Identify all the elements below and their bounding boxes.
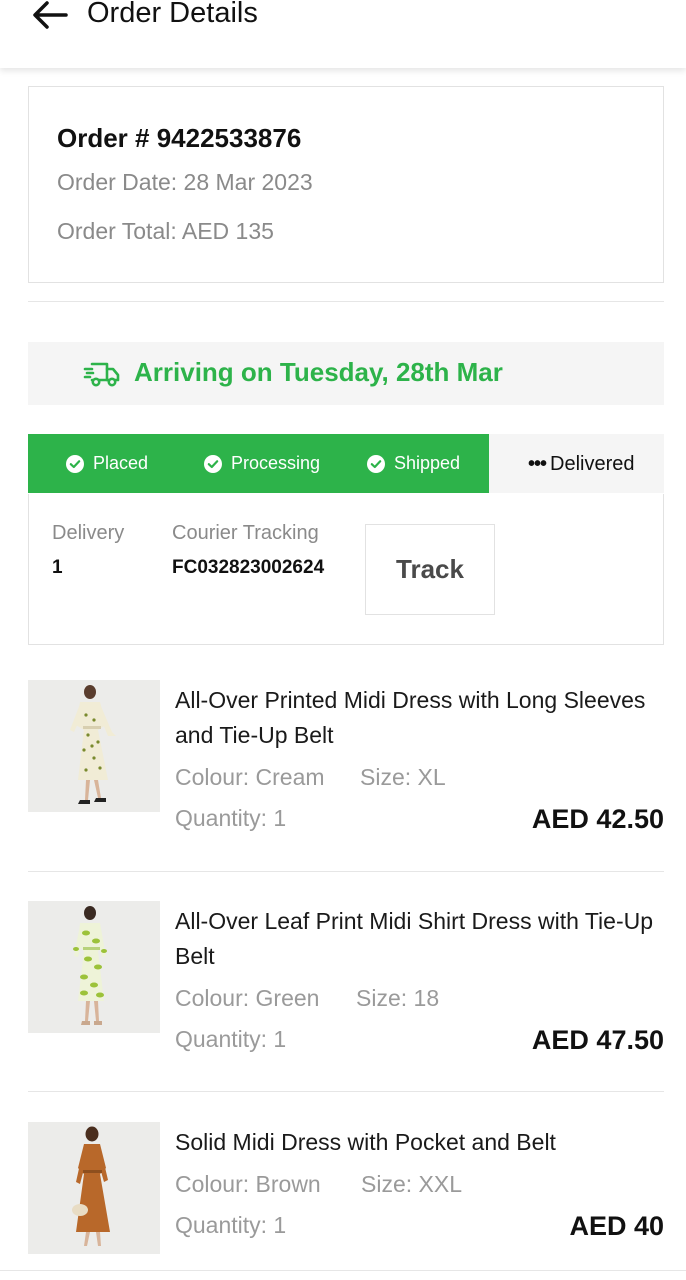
product-image-brown-dress[interactable]	[28, 1122, 160, 1254]
product-quantity: Quantity: 1	[175, 1026, 287, 1052]
check-circle-icon	[367, 454, 385, 473]
product-title[interactable]: All-Over Printed Midi Dress with Long Sl…	[175, 683, 655, 753]
divider	[0, 1270, 686, 1271]
app-bar: Order Details	[0, 0, 686, 68]
order-total: Order Total: AED 135	[57, 218, 274, 244]
progress-step-delivered: ••• Delivered	[528, 453, 635, 476]
step-label: Placed	[93, 453, 149, 473]
order-item[interactable]: Solid Midi Dress with Pocket and Belt Co…	[28, 1122, 664, 1280]
pending-dots-icon: •••	[528, 453, 547, 475]
page-title: Order Details	[87, 0, 258, 29]
order-summary-card: Order # 9422533876 Order Date: 28 Mar 20…	[28, 86, 664, 283]
order-item[interactable]: All-Over Printed Midi Dress with Long Sl…	[28, 680, 664, 840]
order-progress-bar: Placed Processing Shipped ••• Delivered	[28, 434, 664, 493]
product-title[interactable]: All-Over Leaf Print Midi Shirt Dress wit…	[175, 904, 655, 974]
product-title[interactable]: Solid Midi Dress with Pocket and Belt	[175, 1125, 655, 1160]
arrival-banner: Arriving on Tuesday, 28th Mar	[28, 342, 664, 405]
progress-step-placed: Placed	[66, 453, 148, 474]
arrow-left-icon[interactable]	[30, 0, 70, 30]
product-quantity: Quantity: 1	[175, 1212, 287, 1238]
check-circle-icon	[66, 454, 84, 473]
product-image-cream-dress[interactable]	[28, 680, 160, 812]
courier-tracking-number: FC032823002624	[172, 557, 325, 578]
progress-step-shipped: Shipped	[367, 453, 460, 474]
tracking-card: Delivery 1 Courier Tracking FC0328230026…	[28, 494, 664, 645]
order-date: Order Date: 28 Mar 2023	[57, 169, 313, 195]
product-colour: Colour: Green	[175, 985, 320, 1011]
courier-tracking-label: Courier Tracking	[172, 522, 319, 544]
arrival-text: Arriving on Tuesday, 28th Mar	[134, 357, 503, 387]
product-price: AED 40	[569, 1211, 664, 1241]
step-label: Processing	[231, 453, 321, 473]
delivery-truck-icon	[83, 362, 120, 387]
order-number: Order # 9422533876	[57, 123, 302, 153]
step-label: Delivered	[550, 453, 635, 475]
order-item[interactable]: All-Over Leaf Print Midi Shirt Dress wit…	[28, 901, 664, 1061]
progress-step-processing: Processing	[204, 453, 320, 474]
product-quantity: Quantity: 1	[175, 805, 287, 831]
product-price: AED 47.50	[531, 1025, 664, 1055]
track-button[interactable]: Track	[365, 524, 495, 615]
product-image-green-dress[interactable]	[28, 901, 160, 1033]
product-size: Size: XXL	[361, 1171, 462, 1197]
step-label: Shipped	[394, 453, 461, 473]
product-size: Size: XL	[360, 764, 446, 790]
divider	[28, 871, 664, 872]
product-price: AED 42.50	[531, 804, 664, 834]
delivery-label: Delivery	[52, 522, 125, 544]
product-size: Size: 18	[356, 985, 440, 1011]
divider	[28, 301, 664, 302]
divider	[28, 1091, 664, 1092]
product-colour: Colour: Cream	[175, 764, 325, 790]
product-colour: Colour: Brown	[175, 1171, 321, 1197]
check-circle-icon	[204, 454, 222, 473]
delivery-value: 1	[52, 557, 63, 578]
